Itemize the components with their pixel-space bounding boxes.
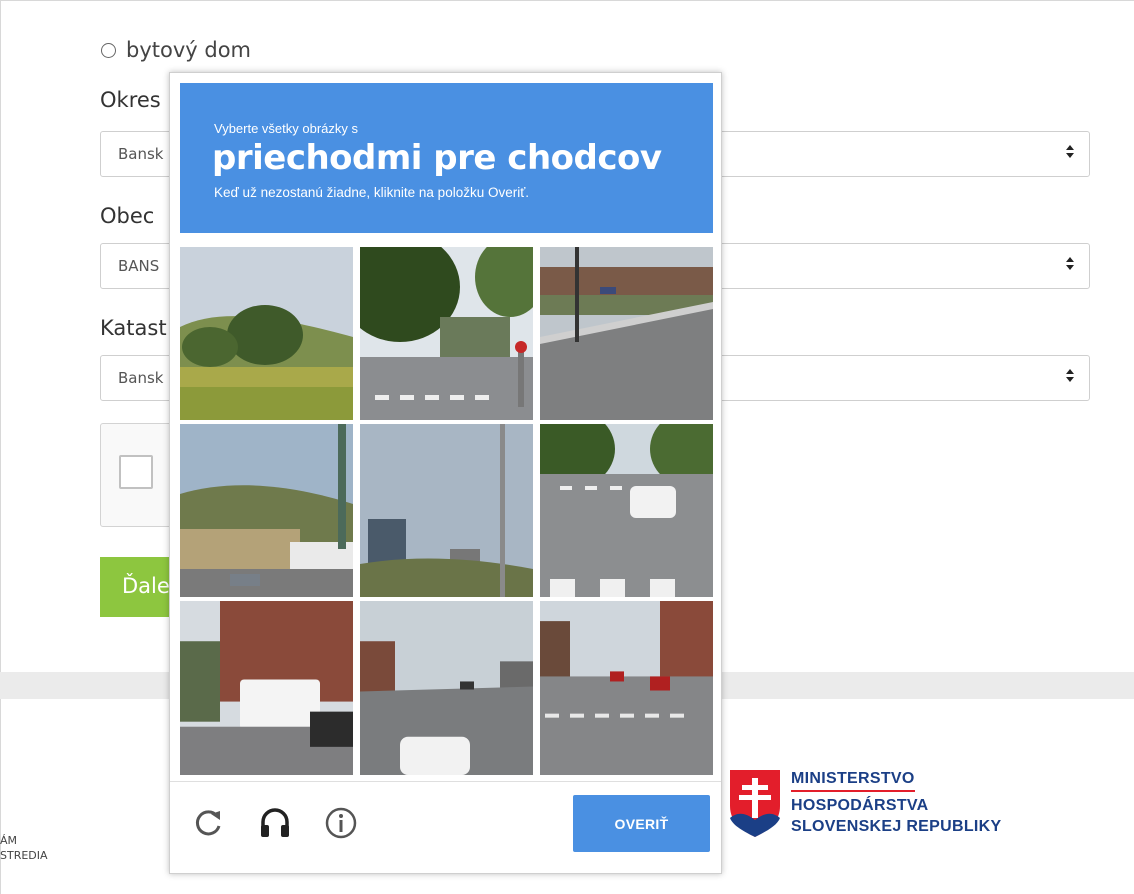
captcha-instruction-sub: Keď už nezostanú žiadne, kliknite na pol… [214, 185, 530, 200]
ministry-line3: SLOVENSKEJ REPUBLIKY [791, 818, 1002, 835]
obec-select-value: BANS [118, 257, 160, 275]
captcha-instruction-small: Vyberte všetky obrázky s [214, 121, 359, 136]
ministry-text: MINISTERSTVO HOSPODÁRSTVA SLOVENSKEJ REP… [791, 768, 1001, 838]
kataster-label: Katast [100, 316, 167, 340]
captcha-tile-4[interactable] [180, 424, 353, 597]
captcha-tile-1[interactable] [180, 247, 353, 420]
tile-image-pole-sky [360, 424, 533, 597]
tile-image-avenue [360, 601, 533, 775]
captcha-tile-5[interactable] [360, 424, 533, 597]
captcha-dialog: Vyberte všetky obrázky s priechodmi pre … [169, 72, 722, 874]
captcha-grid [180, 247, 713, 775]
captcha-tile-3[interactable] [540, 247, 713, 420]
kataster-select-value: Bansk [118, 369, 164, 387]
recaptcha-checkbox[interactable] [119, 455, 153, 489]
select-arrows-icon [1065, 366, 1075, 390]
select-arrows-icon [1065, 142, 1075, 166]
radio-circle[interactable] [101, 42, 116, 58]
slovak-coat-of-arms-icon [730, 770, 780, 837]
captcha-tile-8[interactable] [360, 601, 533, 775]
audio-headphones-icon[interactable] [258, 806, 292, 840]
captcha-tile-6[interactable] [540, 424, 713, 597]
tile-image-crosswalk-cars [540, 601, 713, 775]
footer-partial-line1: ÁM [0, 834, 18, 847]
radio-bytovy-dom[interactable]: bytový dom [101, 38, 251, 62]
footer-partial-line2: STREDIA [0, 849, 48, 862]
select-arrows-icon [1065, 254, 1075, 278]
tile-image-crosswalk [360, 247, 533, 420]
ministry-line2: HOSPODÁRSTVA [791, 797, 929, 814]
captcha-footer-divider [170, 781, 721, 782]
okres-select-value: Bansk [118, 145, 164, 163]
captcha-tile-9[interactable] [540, 601, 713, 775]
tile-image-hillside [180, 247, 353, 420]
info-icon[interactable] [324, 806, 358, 840]
okres-label: Okres [100, 88, 161, 112]
tile-image-hill-buildings [180, 424, 353, 597]
tile-image-street-car [540, 424, 713, 597]
verify-button[interactable]: OVERIŤ [573, 795, 710, 852]
tile-image-street-parking [540, 247, 713, 420]
reload-icon[interactable] [192, 806, 226, 840]
captcha-tile-2[interactable] [360, 247, 533, 420]
tile-image-bus [180, 601, 353, 775]
footer-partial-logo-text: ÁM STREDIA [0, 833, 48, 863]
ministry-logo: MINISTERSTVO HOSPODÁRSTVA SLOVENSKEJ REP… [727, 768, 1001, 838]
captcha-tile-7[interactable] [180, 601, 353, 775]
captcha-target: priechodmi pre chodcov [212, 138, 662, 178]
radio-label: bytový dom [126, 38, 252, 62]
captcha-header: Vyberte všetky obrázky s priechodmi pre … [180, 83, 713, 233]
ministry-line1: MINISTERSTVO [791, 768, 915, 792]
obec-label: Obec [100, 204, 155, 228]
